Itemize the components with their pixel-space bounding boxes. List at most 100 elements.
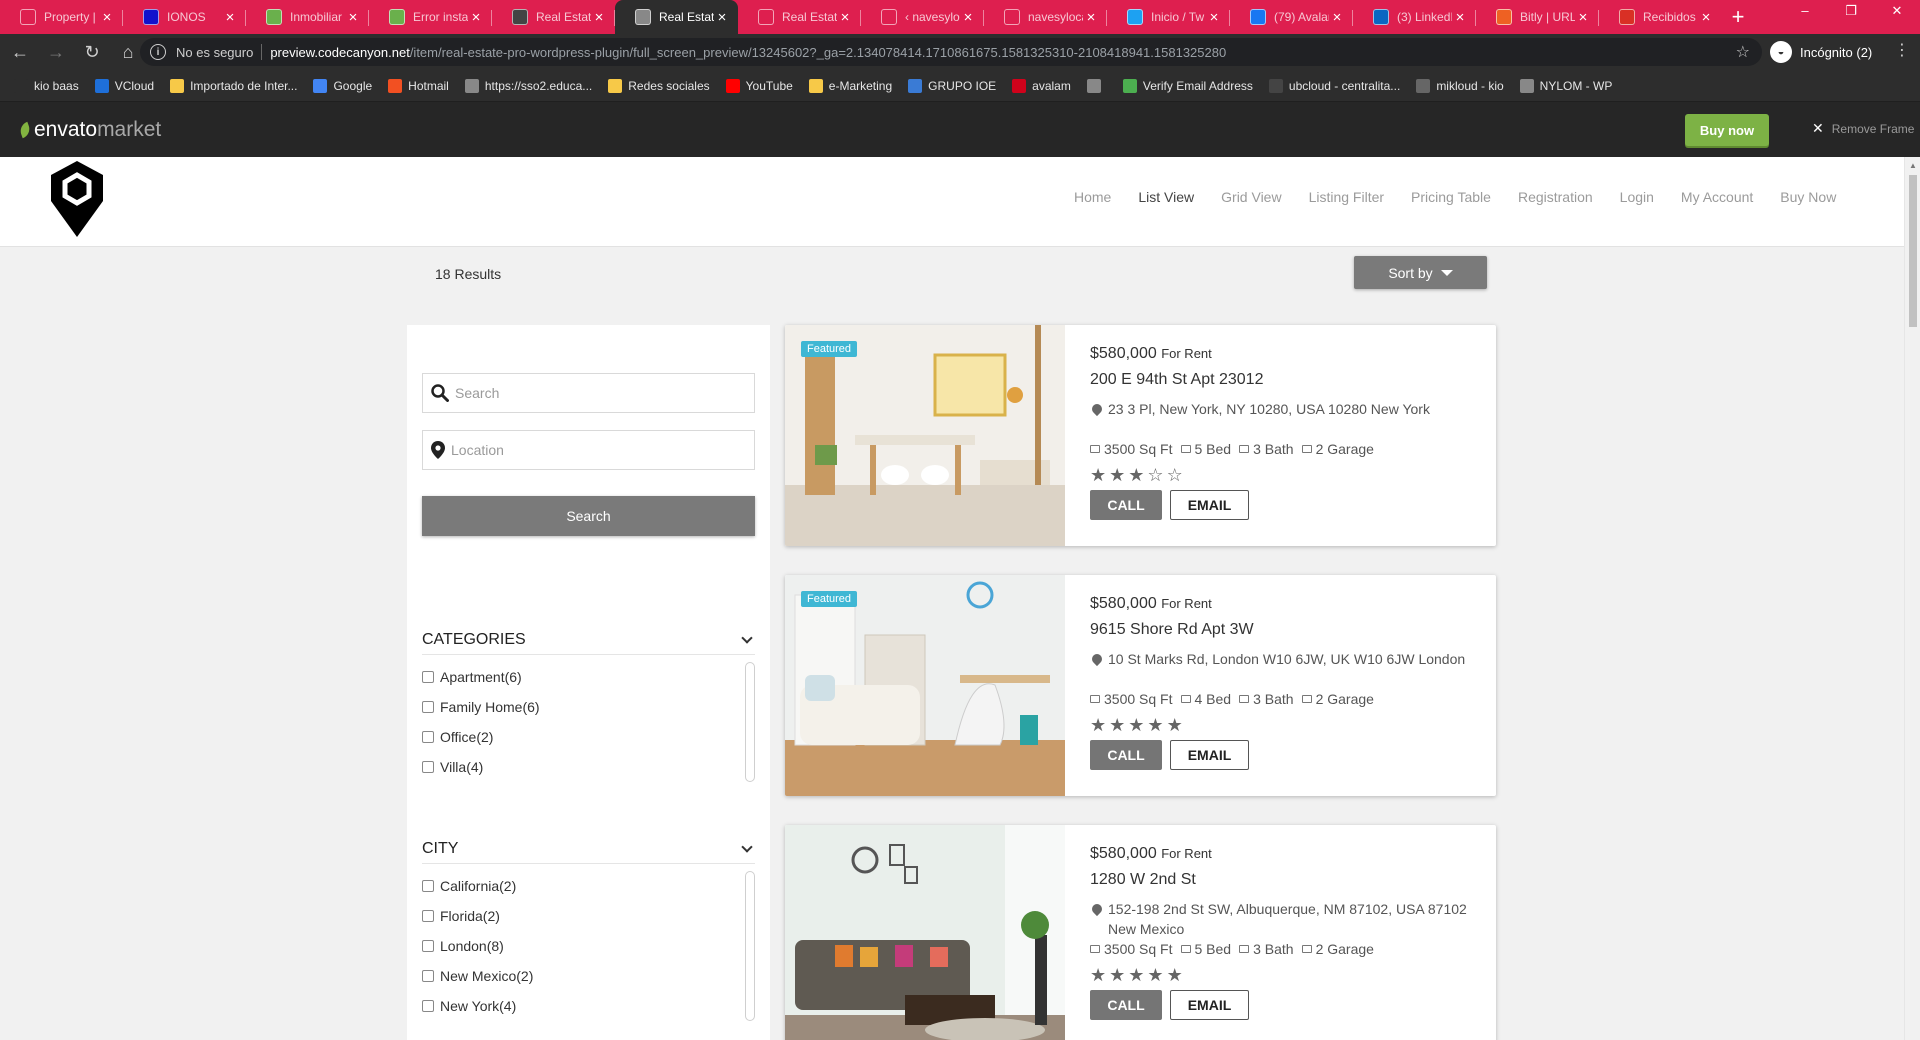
nav-item-list-view[interactable]: List View bbox=[1138, 189, 1194, 205]
filter-option[interactable]: Apartment(6) bbox=[422, 662, 755, 692]
nav-item-pricing-table[interactable]: Pricing Table bbox=[1411, 189, 1491, 205]
filter-option[interactable]: Office(2) bbox=[422, 722, 755, 752]
bookmark-item[interactable]: VCloud bbox=[94, 78, 154, 93]
categories-header[interactable]: CATEGORIES bbox=[422, 625, 755, 655]
checkbox[interactable] bbox=[422, 671, 434, 683]
checkbox[interactable] bbox=[422, 910, 434, 922]
checkbox[interactable] bbox=[422, 701, 434, 713]
bookmark-item[interactable]: avalam bbox=[1012, 78, 1071, 93]
star-rating[interactable]: ★★★★★ bbox=[1090, 965, 1480, 986]
tab-close-icon[interactable]: × bbox=[837, 9, 853, 26]
address-bar[interactable]: i No es seguro preview.codecanyon.net /i… bbox=[140, 38, 1762, 66]
call-button[interactable]: CALL bbox=[1090, 990, 1162, 1020]
bookmark-item[interactable]: https://sso2.educa... bbox=[464, 78, 592, 93]
browser-tab[interactable]: Property | × bbox=[0, 0, 123, 34]
browser-tab[interactable]: (3) LinkedIn× bbox=[1353, 0, 1476, 34]
checkbox[interactable] bbox=[422, 731, 434, 743]
listing-title[interactable]: 1280 W 2nd St bbox=[1090, 871, 1480, 889]
listing-photo[interactable] bbox=[785, 575, 1065, 796]
bookmark-item[interactable]: ubcloud - centralita... bbox=[1268, 78, 1400, 93]
star-rating[interactable]: ★★★★★ bbox=[1090, 715, 1480, 736]
bookmark-star-icon[interactable]: ☆ bbox=[1736, 42, 1750, 62]
checkbox[interactable] bbox=[422, 761, 434, 773]
star-rating[interactable]: ★★★☆☆ bbox=[1090, 465, 1480, 486]
browser-tab[interactable]: Error instal × bbox=[369, 0, 492, 34]
city-header[interactable]: CITY bbox=[422, 834, 755, 864]
envato-market-logo[interactable]: envato market bbox=[17, 118, 161, 142]
star-filled-icon[interactable]: ★ bbox=[1167, 715, 1186, 735]
tab-close-icon[interactable]: × bbox=[1206, 9, 1222, 26]
sort-by-button[interactable]: Sort by bbox=[1354, 256, 1487, 289]
checkbox[interactable] bbox=[422, 940, 434, 952]
star-filled-icon[interactable]: ★ bbox=[1109, 715, 1128, 735]
star-filled-icon[interactable]: ★ bbox=[1128, 465, 1147, 485]
nav-item-listing-filter[interactable]: Listing Filter bbox=[1309, 189, 1384, 205]
forward-button[interactable]: → bbox=[40, 36, 72, 68]
bookmark-item[interactable] bbox=[1086, 78, 1107, 93]
tab-close-icon[interactable]: × bbox=[714, 9, 730, 26]
nav-item-registration[interactable]: Registration bbox=[1518, 189, 1593, 205]
city-scrollbar[interactable] bbox=[745, 871, 755, 1021]
browser-tab[interactable]: navesyloca × bbox=[984, 0, 1107, 34]
scrollbar-thumb[interactable] bbox=[1909, 175, 1917, 327]
filter-option[interactable]: Villa(4) bbox=[422, 752, 755, 782]
checkbox[interactable] bbox=[422, 880, 434, 892]
star-filled-icon[interactable]: ★ bbox=[1090, 465, 1109, 485]
bookmark-item[interactable]: Hotmail bbox=[388, 78, 449, 93]
nav-item-buy-now[interactable]: Buy Now bbox=[1780, 189, 1836, 205]
browser-tab[interactable]: Bitly | URL × bbox=[1476, 0, 1599, 34]
tab-close-icon[interactable]: × bbox=[468, 9, 484, 26]
browser-tab[interactable]: Real Estate× bbox=[738, 0, 861, 34]
buy-now-button[interactable]: Buy now bbox=[1685, 114, 1769, 146]
tab-close-icon[interactable]: × bbox=[1329, 9, 1345, 26]
star-filled-icon[interactable]: ★ bbox=[1128, 715, 1147, 735]
listing-card[interactable]: $580,000 For Rent 1280 W 2nd St 152-198 … bbox=[785, 825, 1496, 1040]
email-button[interactable]: EMAIL bbox=[1170, 490, 1249, 520]
bookmark-item[interactable]: NYLOM - WP bbox=[1519, 78, 1612, 93]
browser-tab[interactable]: IONOS × bbox=[123, 0, 246, 34]
tab-close-icon[interactable]: × bbox=[1452, 9, 1468, 26]
filter-option[interactable]: Florida(2) bbox=[422, 901, 755, 931]
browser-tab[interactable]: Inmobiliar × bbox=[246, 0, 369, 34]
star-filled-icon[interactable]: ★ bbox=[1090, 715, 1109, 735]
listing-title[interactable]: 9615 Shore Rd Apt 3W bbox=[1090, 621, 1480, 639]
star-filled-icon[interactable]: ★ bbox=[1128, 965, 1147, 985]
bookmark-item[interactable]: kio baas bbox=[14, 78, 79, 93]
call-button[interactable]: CALL bbox=[1090, 490, 1162, 520]
star-empty-icon[interactable]: ☆ bbox=[1147, 465, 1166, 485]
bookmark-item[interactable]: mikloud - kio bbox=[1416, 78, 1504, 93]
listing-photo[interactable] bbox=[785, 325, 1065, 546]
nav-item-grid-view[interactable]: Grid View bbox=[1221, 189, 1281, 205]
tab-close-icon[interactable]: × bbox=[1698, 9, 1714, 26]
checkbox[interactable] bbox=[422, 1000, 434, 1012]
filter-option[interactable]: New York(4) bbox=[422, 991, 755, 1021]
star-filled-icon[interactable]: ★ bbox=[1090, 965, 1109, 985]
nav-item-my-account[interactable]: My Account bbox=[1681, 189, 1753, 205]
browser-tab[interactable]: (79) Avalan × bbox=[1230, 0, 1353, 34]
tab-close-icon[interactable]: × bbox=[345, 9, 361, 26]
browser-tab[interactable]: Real Estate× bbox=[615, 0, 738, 34]
star-filled-icon[interactable]: ★ bbox=[1109, 965, 1128, 985]
bookmark-item[interactable]: YouTube bbox=[725, 78, 793, 93]
close-window-icon[interactable]: ✕ bbox=[1874, 0, 1920, 30]
new-tab-button[interactable]: + bbox=[1722, 0, 1754, 34]
filter-option[interactable]: Family Home(6) bbox=[422, 692, 755, 722]
tab-close-icon[interactable]: × bbox=[960, 9, 976, 26]
categories-scrollbar[interactable] bbox=[745, 662, 755, 782]
listing-title[interactable]: 200 E 94th St Apt 23012 bbox=[1090, 371, 1480, 389]
nav-item-home[interactable]: Home bbox=[1074, 189, 1111, 205]
page-scrollbar[interactable]: ▲ bbox=[1904, 157, 1920, 1040]
browser-menu-icon[interactable]: ⋮ bbox=[1894, 40, 1910, 60]
call-button[interactable]: CALL bbox=[1090, 740, 1162, 770]
info-icon[interactable]: i bbox=[150, 44, 166, 60]
nav-item-login[interactable]: Login bbox=[1620, 189, 1654, 205]
bookmark-item[interactable]: Verify Email Address bbox=[1122, 78, 1253, 93]
bookmark-item[interactable]: Redes sociales bbox=[608, 78, 710, 93]
bookmark-item[interactable]: e-Marketing bbox=[808, 78, 892, 93]
tab-close-icon[interactable]: × bbox=[99, 9, 115, 26]
browser-tab[interactable]: Real Estate× bbox=[492, 0, 615, 34]
listing-photo[interactable] bbox=[785, 825, 1065, 1040]
email-button[interactable]: EMAIL bbox=[1170, 990, 1249, 1020]
location-input[interactable] bbox=[451, 442, 731, 458]
filter-option[interactable]: New Mexico(2) bbox=[422, 961, 755, 991]
